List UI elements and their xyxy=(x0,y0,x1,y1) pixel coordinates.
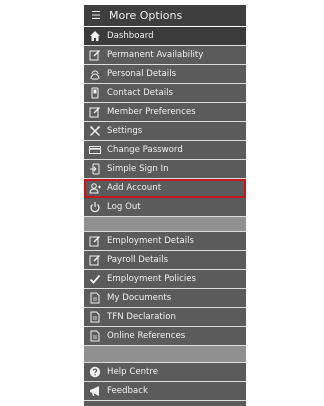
menu-header-title: More Options xyxy=(109,9,183,22)
edit-icon xyxy=(88,234,102,248)
menu-item-label: Online References xyxy=(107,331,186,341)
menu-header[interactable]: ☰ More Options xyxy=(84,5,246,27)
user-add-icon xyxy=(88,181,102,195)
menu-item-permanent-availability[interactable]: Permanent Availability xyxy=(84,46,246,65)
menu-item-personal-details[interactable]: Personal Details xyxy=(84,65,246,84)
card-icon xyxy=(88,143,102,157)
more-options-menu: ☰ More Options Dashboard Permanent Avail… xyxy=(84,5,246,406)
menu-item-label: Employment Policies xyxy=(107,274,196,284)
menu-item-label: Employment Details xyxy=(107,236,194,246)
document-icon xyxy=(88,329,102,343)
menu-item-label: TFN Declaration xyxy=(107,312,176,322)
menu-item-label: Payroll Details xyxy=(107,255,169,265)
edit-icon xyxy=(88,48,102,62)
menu-item-label: Settings xyxy=(107,126,143,136)
menu-item-label: Log Out xyxy=(107,202,141,212)
menu-item-label: Feedback xyxy=(107,386,148,396)
menu-item-label: Help Centre xyxy=(107,367,159,377)
menu-item-feedback[interactable]: Feedback xyxy=(84,382,246,401)
menu-item-label: Contact Details xyxy=(107,88,173,98)
signin-icon xyxy=(88,162,102,176)
phone-icon xyxy=(88,86,102,100)
menu-item-label: Dashboard xyxy=(107,31,154,41)
menu-item-label: Simple Sign In xyxy=(107,164,169,174)
menu-separator xyxy=(84,217,246,232)
help-icon xyxy=(88,365,102,379)
menu-item-help-centre[interactable]: Help Centre xyxy=(84,363,246,382)
person-icon xyxy=(88,67,102,81)
menu-item-contact-details[interactable]: Contact Details xyxy=(84,84,246,103)
menu-item-change-password[interactable]: Change Password xyxy=(84,141,246,160)
menu-separator xyxy=(84,346,246,363)
menu-item-employment-details[interactable]: Employment Details xyxy=(84,232,246,251)
menu-item-online-references[interactable]: Online References xyxy=(84,327,246,346)
menu-item-add-account[interactable]: Add Account xyxy=(84,179,246,198)
menu-item-my-documents[interactable]: My Documents xyxy=(84,289,246,308)
edit-icon xyxy=(88,105,102,119)
home-icon xyxy=(88,29,102,43)
menu-item-member-preferences[interactable]: Member Preferences xyxy=(84,103,246,122)
menu-item-label: Member Preferences xyxy=(107,107,196,117)
tools-icon xyxy=(88,124,102,138)
menu-item-simple-sign-in[interactable]: Simple Sign In xyxy=(84,160,246,179)
menu-item-label: Permanent Availability xyxy=(107,50,204,60)
menu-item-dashboard[interactable]: Dashboard xyxy=(84,27,246,46)
menu-item-employment-policies[interactable]: Employment Policies xyxy=(84,270,246,289)
power-icon xyxy=(88,200,102,214)
hamburger-icon: ☰ xyxy=(91,9,101,22)
menu-item-label: My Documents xyxy=(107,293,172,303)
document-icon xyxy=(88,291,102,305)
megaphone-icon xyxy=(88,384,102,398)
edit-icon xyxy=(88,253,102,267)
document-icon xyxy=(88,310,102,324)
menu-item-label: Add Account xyxy=(107,183,162,193)
menu-item-payroll-details[interactable]: Payroll Details xyxy=(84,251,246,270)
menu-item-partial[interactable] xyxy=(84,401,246,406)
menu-item-log-out[interactable]: Log Out xyxy=(84,198,246,217)
menu-item-label: Change Password xyxy=(107,145,183,155)
menu-item-tfn-declaration[interactable]: TFN Declaration xyxy=(84,308,246,327)
menu-item-settings[interactable]: Settings xyxy=(84,122,246,141)
menu-item-label: Personal Details xyxy=(107,69,177,79)
check-icon xyxy=(88,272,102,286)
